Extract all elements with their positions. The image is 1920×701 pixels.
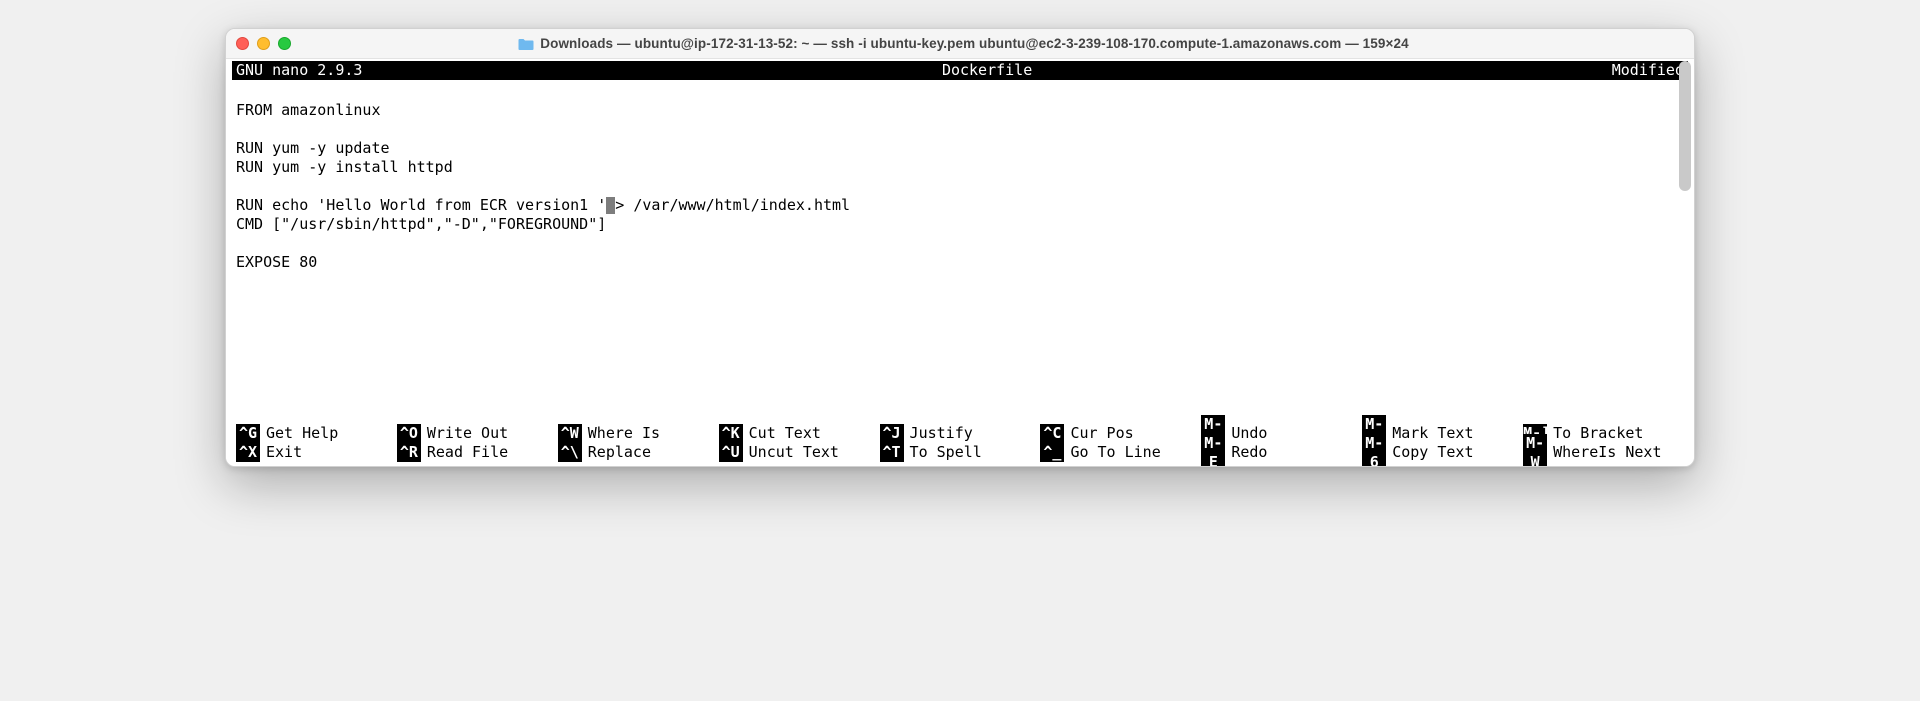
shortcut-key: ^R bbox=[397, 443, 421, 462]
shortcut-key: ^C bbox=[1040, 424, 1064, 443]
shortcut-to-bracket[interactable]: M-]To Bracket bbox=[1523, 424, 1684, 443]
blank-line bbox=[236, 348, 1684, 367]
file-line[interactable] bbox=[236, 120, 1684, 139]
shortcut-label: To Spell bbox=[910, 443, 982, 462]
shortcut-go-to-line[interactable]: ^_ Go To Line bbox=[1040, 443, 1201, 462]
file-line[interactable]: RUN yum -y update bbox=[236, 139, 1684, 158]
blank-line bbox=[236, 367, 1684, 386]
shortcut-label: Uncut Text bbox=[749, 443, 839, 462]
shortcut-label: Copy Text bbox=[1392, 443, 1473, 462]
shortcut-label: Exit bbox=[266, 443, 302, 462]
folder-icon bbox=[518, 37, 534, 51]
shortcut-key: M-6 bbox=[1362, 434, 1386, 468]
shortcut-uncut-text[interactable]: ^U Uncut Text bbox=[719, 443, 880, 462]
shortcut-cur-pos[interactable]: ^C Cur Pos bbox=[1040, 424, 1201, 443]
shortcut-copy-text[interactable]: M-6Copy Text bbox=[1362, 443, 1523, 462]
file-line[interactable]: RUN yum -y install httpd bbox=[236, 158, 1684, 177]
shortcut-key: ^\ bbox=[558, 443, 582, 462]
shortcut-key: ^T bbox=[880, 443, 904, 462]
zoom-button[interactable] bbox=[278, 37, 291, 50]
shortcut-write-out[interactable]: ^O Write Out bbox=[397, 424, 558, 443]
blank-line bbox=[236, 405, 1684, 424]
shortcut-key: ^_ bbox=[1040, 443, 1064, 462]
nano-editor: GNU nano 2.9.3 Dockerfile Modified FROM … bbox=[226, 59, 1694, 466]
shortcut-key: ^K bbox=[719, 424, 743, 443]
shortcut-cut-text[interactable]: ^K Cut Text bbox=[719, 424, 880, 443]
nano-status: Modified bbox=[1592, 61, 1684, 80]
shortcut-to-spell[interactable]: ^T To Spell bbox=[880, 443, 1041, 462]
shortcut-whereis-next[interactable]: M-WWhereIs Next bbox=[1523, 443, 1684, 462]
shortcut-bar: ^G Get Help ^O Write Out ^W Where Is ^K Cut Tex… bbox=[232, 424, 1688, 462]
traffic-lights bbox=[236, 37, 291, 50]
text-cursor bbox=[606, 197, 615, 214]
nano-status-bar: GNU nano 2.9.3 Dockerfile Modified bbox=[232, 61, 1688, 80]
shortcut-key: M-E bbox=[1201, 434, 1225, 468]
window-title: Downloads — ubuntu@ip-172-31-13-52: ~ — … bbox=[540, 36, 1408, 51]
shortcut-key: ^U bbox=[719, 443, 743, 462]
shortcut-label: Redo bbox=[1231, 443, 1267, 462]
shortcut-key: ^O bbox=[397, 424, 421, 443]
shortcut-label: Undo bbox=[1231, 424, 1267, 443]
shortcut-label: Go To Line bbox=[1070, 443, 1160, 462]
shortcut-replace[interactable]: ^\ Replace bbox=[558, 443, 719, 462]
shortcut-key: M-W bbox=[1523, 434, 1547, 468]
shortcut-label: Write Out bbox=[427, 424, 508, 443]
shortcut-label: Get Help bbox=[266, 424, 338, 443]
scrollbar[interactable] bbox=[1678, 59, 1692, 466]
shortcut-get-help[interactable]: ^G Get Help bbox=[236, 424, 397, 443]
shortcut-read-file[interactable]: ^R Read File bbox=[397, 443, 558, 462]
file-content[interactable]: FROM amazonlinux RUN yum -y updateRUN yum… bbox=[232, 80, 1688, 424]
file-line[interactable]: RUN echo 'Hello World from ECR version1 … bbox=[236, 196, 1684, 215]
shortcut-label: To Bracket bbox=[1553, 424, 1643, 443]
shortcut-key: ^J bbox=[880, 424, 904, 443]
shortcut-label: Justify bbox=[910, 424, 973, 443]
file-line[interactable] bbox=[236, 177, 1684, 196]
scroll-thumb[interactable] bbox=[1679, 61, 1691, 191]
shortcut-justify[interactable]: ^J Justify bbox=[880, 424, 1041, 443]
window-title-wrap: Downloads — ubuntu@ip-172-31-13-52: ~ — … bbox=[299, 36, 1628, 51]
file-line[interactable] bbox=[236, 234, 1684, 253]
file-line[interactable] bbox=[236, 82, 1684, 101]
shortcut-where-is[interactable]: ^W Where Is bbox=[558, 424, 719, 443]
shortcut-label: Cur Pos bbox=[1070, 424, 1133, 443]
shortcut-label: Mark Text bbox=[1392, 424, 1473, 443]
shortcut-label: Cut Text bbox=[749, 424, 821, 443]
shortcut-key: ^G bbox=[236, 424, 260, 443]
file-line[interactable]: EXPOSE 80 bbox=[236, 253, 1684, 272]
shortcut-label: Read File bbox=[427, 443, 508, 462]
nano-version: GNU nano 2.9.3 bbox=[236, 61, 382, 80]
shortcut-label: Replace bbox=[588, 443, 651, 462]
minimize-button[interactable] bbox=[257, 37, 270, 50]
file-line[interactable]: CMD ["/usr/sbin/httpd","-D","FOREGROUND"… bbox=[236, 215, 1684, 234]
terminal-window: Downloads — ubuntu@ip-172-31-13-52: ~ — … bbox=[225, 28, 1695, 467]
title-bar[interactable]: Downloads — ubuntu@ip-172-31-13-52: ~ — … bbox=[226, 29, 1694, 59]
shortcut-label: WhereIs Next bbox=[1553, 443, 1661, 462]
blank-line bbox=[236, 386, 1684, 405]
shortcut-undo[interactable]: M-UUndo bbox=[1201, 424, 1362, 443]
shortcut-label: Where Is bbox=[588, 424, 660, 443]
blank-line bbox=[236, 272, 1684, 291]
shortcut-exit[interactable]: ^X Exit bbox=[236, 443, 397, 462]
shortcut-key: ^W bbox=[558, 424, 582, 443]
file-line[interactable]: FROM amazonlinux bbox=[236, 101, 1684, 120]
blank-line bbox=[236, 329, 1684, 348]
nano-filename: Dockerfile bbox=[382, 61, 1591, 80]
shortcut-mark-text[interactable]: M-AMark Text bbox=[1362, 424, 1523, 443]
blank-line bbox=[236, 291, 1684, 310]
close-button[interactable] bbox=[236, 37, 249, 50]
blank-line bbox=[236, 310, 1684, 329]
shortcut-key: ^X bbox=[236, 443, 260, 462]
shortcut-redo[interactable]: M-ERedo bbox=[1201, 443, 1362, 462]
